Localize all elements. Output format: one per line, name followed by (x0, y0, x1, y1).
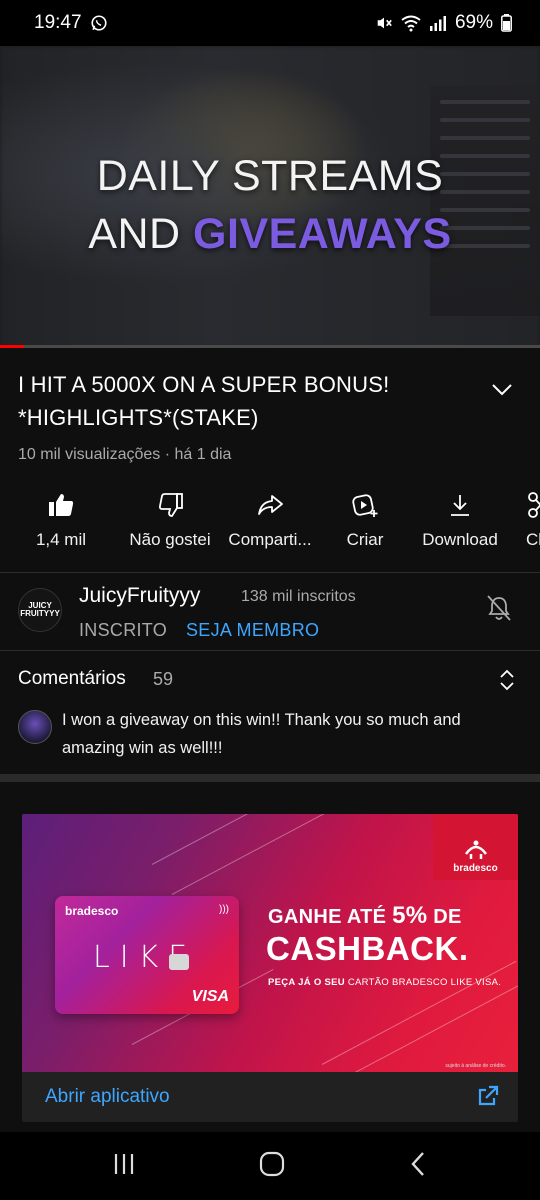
open-external-button[interactable] (476, 1084, 500, 1113)
commenter-avatar (18, 710, 52, 744)
ad-card[interactable]: bradesco bradesco ))) LIKE VISA GANHE AT… (22, 814, 518, 1122)
action-bar: 1,4 mil Não gostei Comparti... Criar Dow… (0, 490, 540, 562)
expand-description-button[interactable] (488, 378, 516, 402)
ad-subline-rest: CARTÃO BRADESCO LIKE VISA. (344, 977, 502, 988)
open-app-button[interactable]: Abrir aplicativo (45, 1086, 170, 1108)
section-divider (0, 774, 540, 782)
dislike-button[interactable]: Não gostei (122, 490, 218, 562)
card-network: VISA (191, 988, 229, 1005)
overlay-title-prefix: AND (88, 210, 194, 258)
status-bar: 19:47 69% (0, 0, 540, 46)
like-button[interactable]: 1,4 mil (0, 490, 122, 562)
card-chip (169, 954, 189, 970)
ad-subline-bold: PEÇA JÁ O SEU (268, 977, 345, 988)
divider (0, 572, 540, 573)
status-time: 19:47 (34, 12, 82, 33)
ad-headline: GANHE ATÉ 5% DE (268, 902, 462, 930)
clip-icon (526, 490, 540, 520)
share-button[interactable]: Comparti... (218, 490, 322, 562)
channel-avatar[interactable]: JUICY FRUITYYY (18, 588, 62, 632)
ad-fine-print: sujeito à análise de crédito. (445, 1063, 506, 1069)
clip-label: Cli (526, 530, 540, 549)
overlay-title-accent: GIVEAWAYS (193, 210, 452, 258)
blurred-chat-panel (430, 86, 540, 316)
channel-avatar-text: JUICY FRUITYYY (20, 601, 60, 618)
channel-row[interactable]: JUICY FRUITYYY JuicyFruityyy 138 mil ins… (0, 574, 540, 650)
create-label: Criar (346, 530, 384, 549)
wifi-icon (401, 14, 421, 32)
overlay-title-line2: AND GIVEAWAYS (0, 210, 540, 259)
join-button[interactable]: SEJA MEMBRO (186, 620, 319, 641)
home-button[interactable] (258, 1150, 286, 1183)
chevron-down-icon (492, 384, 512, 396)
battery-icon (501, 14, 512, 32)
comments-count: 59 (153, 669, 174, 689)
comments-section[interactable]: Comentários 59 I won a giveaway on this … (0, 650, 540, 774)
bradesco-brand-text: bradesco (453, 863, 498, 874)
signal-icon (429, 15, 447, 31)
video-player[interactable]: DAILY STREAMS AND GIVEAWAYS (0, 46, 540, 348)
home-icon (259, 1151, 285, 1176)
like-count: 1,4 mil (35, 530, 87, 549)
ad-footer[interactable]: Abrir aplicativo (22, 1072, 518, 1122)
credit-card-image: bradesco ))) LIKE VISA (55, 896, 239, 1014)
system-nav-bar (0, 1132, 540, 1200)
contactless-icon: ))) (219, 904, 229, 915)
ad-headline-big: CASHBACK. (266, 930, 469, 967)
back-button[interactable] (407, 1151, 429, 1182)
clip-button[interactable]: Cli (512, 490, 540, 562)
recent-apps-button[interactable] (111, 1151, 137, 1182)
share-icon (256, 490, 284, 520)
download-button[interactable]: Download (408, 490, 512, 562)
video-progress-bar[interactable] (0, 345, 540, 348)
video-meta: 10 mil visualizações · há 1 dia (18, 446, 232, 463)
dislike-label: Não gostei (129, 530, 211, 549)
download-icon (447, 490, 473, 520)
ad-headline-prefix: GANHE ATÉ (268, 906, 393, 928)
bradesco-logo-icon (464, 840, 487, 859)
bell-off-icon (487, 595, 511, 621)
comments-title: Comentários (18, 668, 126, 689)
card-brand: bradesco (65, 904, 119, 918)
create-button[interactable]: Criar (322, 490, 408, 562)
thumbs-down-icon (156, 490, 184, 520)
ad-banner[interactable]: bradesco bradesco ))) LIKE VISA GANHE AT… (22, 814, 518, 1072)
create-icon (350, 490, 380, 520)
ad-headline-suffix: DE (427, 906, 462, 928)
recent-apps-icon (114, 1153, 133, 1174)
bradesco-logo-box: bradesco (433, 814, 518, 880)
ad-subline: PEÇA JÁ O SEU CARTÃO BRADESCO LIKE VISA. (268, 977, 501, 988)
video-title: I HIT A 5000X ON A SUPER BONUS! *HIGHLIG… (18, 372, 390, 430)
channel-name[interactable]: JuicyFruityyy (79, 584, 200, 608)
unfold-icon (500, 669, 514, 691)
external-link-icon (478, 1085, 499, 1106)
whatsapp-icon (90, 14, 108, 32)
ad-headline-number: 5% (392, 902, 428, 929)
back-icon (411, 1151, 425, 1176)
video-info[interactable]: I HIT A 5000X ON A SUPER BONUS! *HIGHLIG… (18, 368, 478, 464)
thumbs-up-icon (47, 490, 75, 520)
subscribed-button[interactable]: INSCRITO (79, 620, 167, 641)
subscriber-count: 138 mil inscritos (241, 588, 356, 605)
top-comment-text: I won a giveaway on this win!! Thank you… (62, 711, 461, 757)
comments-expand-button[interactable] (498, 668, 516, 697)
video-progress-fill (0, 345, 25, 348)
download-label: Download (422, 530, 498, 549)
overlay-title-line1: DAILY STREAMS (96, 152, 444, 200)
battery-percent: 69% (454, 12, 493, 33)
share-label: Comparti... (228, 530, 312, 549)
mute-icon (375, 14, 393, 32)
notifications-button[interactable] (486, 594, 512, 627)
